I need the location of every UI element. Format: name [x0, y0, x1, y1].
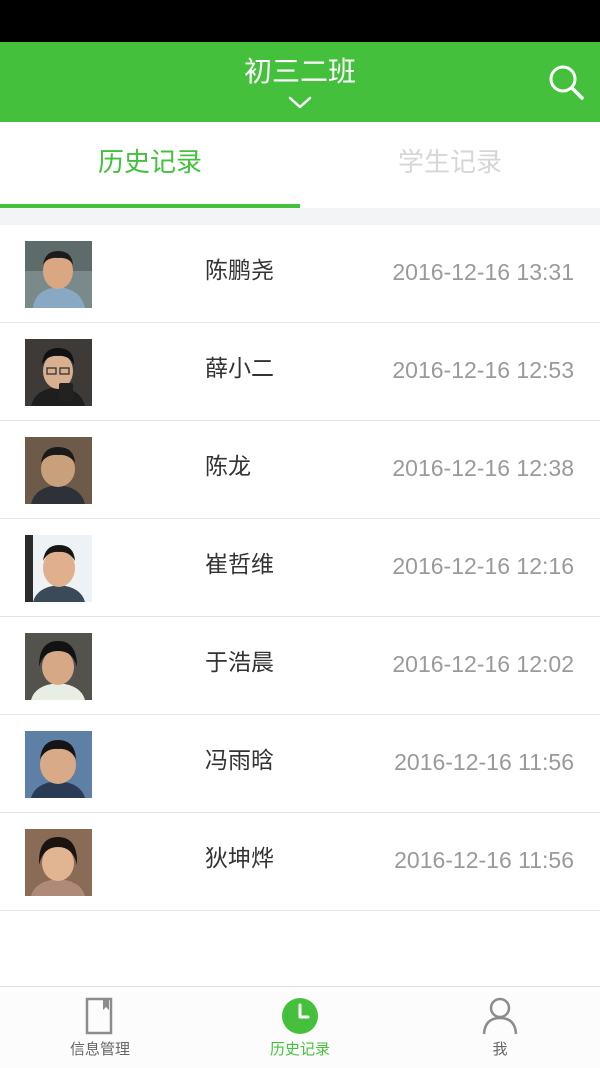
- list-divider: [0, 208, 600, 225]
- record-row[interactable]: 冯雨晗 2016-12-16 11:56: [0, 715, 600, 813]
- nav-label: 历史记录: [269, 1040, 330, 1058]
- document-icon: [85, 997, 113, 1035]
- avatar: [25, 633, 92, 700]
- nav-me[interactable]: 我: [400, 987, 600, 1068]
- tab-history[interactable]: 历史记录: [0, 122, 300, 204]
- chevron-down-icon[interactable]: [288, 96, 312, 110]
- record-list: 陈鹏尧 2016-12-16 13:31 薛小二 2016-12-16 12:5…: [0, 225, 600, 911]
- student-name: 狄坤烨: [205, 846, 274, 872]
- record-time: 2016-12-16 13:31: [392, 259, 574, 285]
- app-bar: 初三二班: [0, 42, 600, 122]
- search-icon[interactable]: [546, 62, 586, 102]
- record-time: 2016-12-16 12:38: [392, 455, 574, 481]
- bottom-nav: 信息管理 历史记录 我: [0, 986, 600, 1068]
- student-name: 陈龙: [205, 454, 251, 480]
- student-name: 冯雨晗: [205, 748, 274, 774]
- avatar: [25, 241, 92, 308]
- status-bar: [0, 0, 600, 42]
- nav-label: 信息管理: [69, 1040, 130, 1058]
- nav-history[interactable]: 历史记录: [200, 987, 400, 1068]
- record-row[interactable]: 狄坤烨 2016-12-16 11:56: [0, 813, 600, 911]
- avatar: [25, 829, 92, 896]
- record-row[interactable]: 陈龙 2016-12-16 12:38: [0, 421, 600, 519]
- student-name: 陈鹏尧: [205, 258, 274, 284]
- tab-bar: 历史记录 学生记录: [0, 122, 600, 208]
- avatar: [25, 535, 92, 602]
- avatar: [25, 339, 92, 406]
- avatar: [25, 437, 92, 504]
- tab-students[interactable]: 学生记录: [300, 122, 600, 204]
- nav-info-management[interactable]: 信息管理: [0, 987, 200, 1068]
- student-name: 于浩晨: [205, 650, 274, 676]
- nav-label: 我: [492, 1040, 508, 1058]
- record-row[interactable]: 薛小二 2016-12-16 12:53: [0, 323, 600, 421]
- record-time: 2016-12-16 12:16: [392, 553, 574, 579]
- clock-icon: [282, 998, 318, 1034]
- student-name: 薛小二: [205, 356, 274, 382]
- record-time: 2016-12-16 11:56: [394, 847, 574, 873]
- person-icon: [482, 997, 518, 1035]
- record-row[interactable]: 崔哲维 2016-12-16 12:16: [0, 519, 600, 617]
- record-row[interactable]: 陈鹏尧 2016-12-16 13:31: [0, 225, 600, 323]
- record-time: 2016-12-16 12:02: [392, 651, 574, 677]
- class-title[interactable]: 初三二班: [0, 54, 600, 90]
- record-time: 2016-12-16 12:53: [392, 357, 574, 383]
- record-time: 2016-12-16 11:56: [394, 749, 574, 775]
- avatar: [25, 731, 92, 798]
- record-row[interactable]: 于浩晨 2016-12-16 12:02: [0, 617, 600, 715]
- student-name: 崔哲维: [205, 552, 274, 578]
